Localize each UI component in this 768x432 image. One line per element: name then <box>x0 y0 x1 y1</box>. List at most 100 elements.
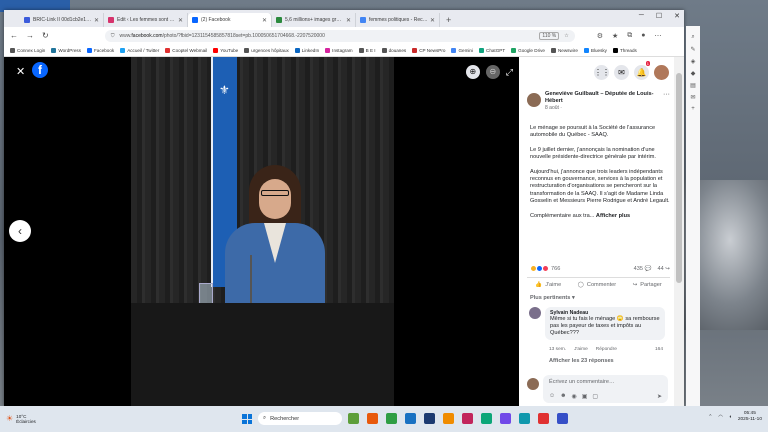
extension-icon[interactable]: ⚙ <box>597 32 603 40</box>
bookmark-item[interactable]: douanes <box>381 47 406 53</box>
comment-count[interactable]: 435 💬 <box>634 266 652 272</box>
taskbar-app-icon[interactable] <box>367 413 378 424</box>
zoom-out-icon[interactable]: ⊖ <box>485 65 500 79</box>
browser-tab[interactable]: Edit ‹ Les femmes sont de plus✕ <box>104 13 188 27</box>
camera-icon[interactable]: ◉ <box>571 393 576 400</box>
bookmark-item[interactable]: Accueil / Twitter <box>120 47 159 53</box>
share-button[interactable]: ↪ Partager <box>633 282 662 288</box>
bookmark-item[interactable]: Cooptel Webmail <box>165 47 207 53</box>
like-button[interactable]: 👍 J'aime <box>535 282 561 288</box>
emoji-icon[interactable]: ☻ <box>560 393 566 400</box>
comment-time[interactable]: 13 sem. <box>549 347 566 352</box>
taskbar-app-icon[interactable] <box>443 413 454 424</box>
reaction-icons[interactable] <box>530 265 549 272</box>
menu-icon[interactable]: ⋯ <box>655 32 662 40</box>
close-viewer-icon[interactable]: ✕ <box>16 65 25 78</box>
bookmark-item[interactable]: Bluesky <box>583 47 607 53</box>
taskbar-app-icon[interactable] <box>481 413 492 424</box>
sticker-icon[interactable]: ▢ <box>592 393 598 400</box>
panel-scrollbar[interactable] <box>674 57 684 406</box>
reaction-count[interactable]: 766 <box>551 266 560 272</box>
favorites-icon[interactable]: ★ <box>612 32 618 40</box>
post-options-icon[interactable]: ··· <box>663 91 670 111</box>
sidebar-shopping-icon[interactable]: ◈ <box>691 58 696 65</box>
comment-input[interactable]: Écrivez un commentaire… ☺ ☻ ◉ ▣ ▢ ➤ <box>543 375 668 403</box>
sidebar-search-icon[interactable]: ⌕ <box>691 34 694 41</box>
scroll-thumb[interactable] <box>676 73 682 283</box>
bookmark-item[interactable]: Instagram <box>325 47 353 53</box>
bookmark-item[interactable]: YouTube <box>213 47 238 53</box>
bookmark-item[interactable]: ChatGPT <box>479 47 505 53</box>
maximize-button[interactable]: ☐ <box>656 12 662 20</box>
bookmark-item[interactable]: Google Drive <box>511 47 545 53</box>
start-button[interactable] <box>242 414 252 424</box>
minimize-button[interactable]: ─ <box>639 12 644 20</box>
comment-button[interactable]: ◯ Commenter <box>578 282 617 288</box>
comment-sort-dropdown[interactable]: Plus pertinents ▾ <box>530 295 575 301</box>
close-tab-icon[interactable]: ✕ <box>262 17 267 24</box>
close-tab-icon[interactable]: ✕ <box>430 17 435 24</box>
see-more-link[interactable]: Afficher plus <box>596 213 630 219</box>
bookmark-item[interactable]: WordPress <box>51 47 81 53</box>
bookmark-item[interactable]: CP NewsPro <box>412 47 445 53</box>
close-window-button[interactable]: ✕ <box>674 12 680 20</box>
collections-icon[interactable]: ⧉ <box>627 32 632 40</box>
profile-icon[interactable]: ● <box>641 32 645 40</box>
taskbar-app-icon[interactable] <box>424 413 435 424</box>
taskbar-app-icon[interactable] <box>405 413 416 424</box>
site-info-icon[interactable]: ⛉ <box>111 33 115 39</box>
wifi-icon[interactable]: ◠ <box>718 414 722 420</box>
sidebar-add-icon[interactable]: + <box>691 106 695 112</box>
taskbar-app-icon[interactable] <box>462 413 473 424</box>
close-tab-icon[interactable]: ✕ <box>178 17 183 24</box>
zoom-level[interactable]: 110 % <box>539 31 560 40</box>
author-avatar[interactable] <box>527 93 541 107</box>
zoom-in-icon[interactable]: ⊕ <box>465 65 480 79</box>
bookmark-item[interactable]: LinkedIn <box>294 47 319 53</box>
volume-icon[interactable]: ◖ <box>729 414 732 420</box>
previous-photo-button[interactable]: ‹ <box>9 220 31 242</box>
taskbar-app-icon[interactable] <box>557 413 568 424</box>
taskbar-app-icon[interactable] <box>500 413 511 424</box>
post-date[interactable]: 8 août · <box>545 105 659 111</box>
bookmark-item[interactable]: Connex Login <box>10 47 45 53</box>
sidebar-office-icon[interactable]: ▤ <box>690 82 696 89</box>
clock[interactable]: 05:45 2025-11-10 <box>738 411 762 423</box>
commenter-avatar[interactable] <box>529 307 541 319</box>
bookmark-item[interactable]: Facebook <box>87 47 114 53</box>
sidebar-games-icon[interactable]: ◆ <box>691 70 696 77</box>
new-tab-button[interactable]: + <box>440 13 457 27</box>
weather-widget[interactable]: ☀ 10°C Éclaircies <box>6 414 36 425</box>
bookmark-item[interactable]: Gemini <box>451 47 473 53</box>
menu-grid-icon[interactable]: ⋮⋮ <box>594 65 610 80</box>
account-avatar[interactable] <box>654 65 669 80</box>
bookmark-item[interactable]: B E I <box>358 47 376 53</box>
view-replies-link[interactable]: Afficher les 23 réponses <box>549 358 614 364</box>
forward-icon[interactable]: → <box>26 31 34 40</box>
reload-icon[interactable]: ↻ <box>42 31 49 40</box>
avatar-sticker-icon[interactable]: ☺ <box>549 393 555 400</box>
author-name[interactable]: Geneviève Guilbault – Députée de Louis-H… <box>545 91 659 105</box>
taskbar-app-icon[interactable] <box>386 413 397 424</box>
bookmark-item[interactable]: urgences hôpitaux <box>244 47 289 53</box>
gif-icon[interactable]: ▣ <box>582 393 588 400</box>
url-field[interactable]: ⛉ www.facebook.com/photo/?fbid=123115458… <box>104 29 575 42</box>
taskbar-app-icon[interactable] <box>538 413 549 424</box>
bookmark-item[interactable]: Newswire <box>550 47 578 53</box>
share-count[interactable]: 44 ↪ <box>658 266 670 272</box>
notifications-icon[interactable]: 🔔 <box>634 65 649 80</box>
taskbar-app-icon[interactable] <box>519 413 530 424</box>
browser-tab[interactable]: femmes politiques - Recherche✕ <box>356 13 440 27</box>
close-tab-icon[interactable]: ✕ <box>94 17 99 24</box>
back-icon[interactable]: ← <box>10 31 18 40</box>
comment-reply-button[interactable]: Répondre <box>596 347 617 352</box>
taskbar-search[interactable]: ⌕ Rechercher <box>258 412 342 425</box>
tray-chevron-icon[interactable]: ⌃ <box>708 414 712 420</box>
browser-tab[interactable]: BRIC-Link II 00d1cb2e13d5 (E✕ <box>20 13 104 27</box>
browser-tab[interactable]: 5,6 millions+ images gratuites✕ <box>272 13 356 27</box>
send-icon[interactable]: ➤ <box>657 393 662 400</box>
fullscreen-icon[interactable]: ⤢ <box>506 65 513 79</box>
taskbar-app-icon[interactable] <box>348 413 359 424</box>
favorite-star-icon[interactable]: ☆ <box>564 33 568 39</box>
browser-tab[interactable]: (2) Facebook ✕ <box>188 13 272 27</box>
